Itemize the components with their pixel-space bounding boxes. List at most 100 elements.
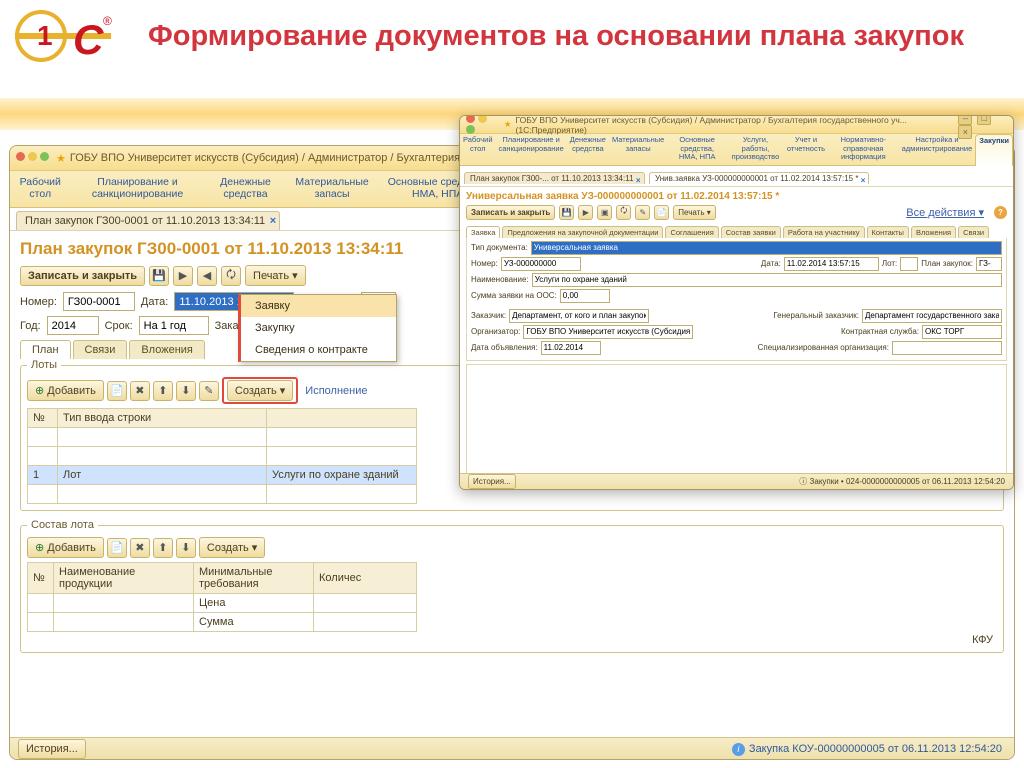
col-n[interactable]: № xyxy=(28,563,54,594)
section-tab[interactable]: Денежные средства xyxy=(567,134,609,165)
icon[interactable]: ✎ xyxy=(635,205,650,220)
subtab-plan[interactable]: План xyxy=(20,340,71,359)
col-name[interactable]: Наименование продукции xyxy=(54,563,194,594)
section-tab[interactable]: Материальные запасы xyxy=(287,171,378,207)
col-empty[interactable] xyxy=(267,409,417,428)
create-context-menu[interactable]: Заявку Закупку Сведения о контракте xyxy=(238,294,397,362)
section-tab[interactable]: Нормативно-справочная информация xyxy=(828,134,899,165)
save-icon[interactable]: 💾 xyxy=(149,266,169,286)
subtab[interactable]: Контакты xyxy=(867,226,909,238)
subtab-links[interactable]: Связи xyxy=(73,340,128,359)
input-balance[interactable] xyxy=(560,289,610,303)
subtab-attach[interactable]: Вложения xyxy=(129,340,205,359)
input-spec[interactable] xyxy=(892,341,1002,355)
add-lot-button[interactable]: ⊕ Добавить xyxy=(27,380,104,401)
input-date2[interactable] xyxy=(541,341,601,355)
table-row[interactable]: Сумма xyxy=(28,613,417,632)
section-tab[interactable]: Материальные запасы xyxy=(609,134,667,165)
input-name[interactable] xyxy=(532,273,1002,287)
execution-link[interactable]: Исполнение xyxy=(305,385,367,397)
section-tab[interactable]: Планирование и санкционирование xyxy=(496,134,567,165)
create-dropdown[interactable]: Создать ▾ xyxy=(227,380,293,401)
input-contract[interactable] xyxy=(922,325,1002,339)
edit-icon[interactable]: ✎ xyxy=(199,381,219,401)
save-close-button[interactable]: Записать и закрыть xyxy=(20,266,145,286)
col-min[interactable]: Минимальные требования xyxy=(194,563,314,594)
down-icon[interactable]: ⬇ xyxy=(176,538,196,558)
secondary-window[interactable]: ★ ГОБУ ВПО Университет искусств (Субсиди… xyxy=(459,115,1014,490)
menu-item-contract[interactable]: Сведения о контракте xyxy=(241,339,396,361)
post-icon[interactable]: ▶ xyxy=(173,266,193,286)
input-org[interactable] xyxy=(523,325,693,339)
copy-icon[interactable]: 📄 xyxy=(107,381,127,401)
print-button[interactable]: Печать ▾ xyxy=(245,265,306,286)
input-number[interactable] xyxy=(63,292,135,311)
delete-icon[interactable]: ✖ xyxy=(130,381,150,401)
input-year[interactable] xyxy=(47,316,99,335)
input-doctype[interactable] xyxy=(531,241,1002,255)
add-item-button[interactable]: ⊕ Добавить xyxy=(27,537,104,558)
save-icon[interactable]: 💾 xyxy=(559,205,574,220)
icon[interactable]: ▣ xyxy=(597,205,612,220)
refresh-icon[interactable]: 🗘 xyxy=(221,266,241,286)
compose-table[interactable]: № Наименование продукции Минимальные тре… xyxy=(27,562,417,632)
icon[interactable]: 🗘 xyxy=(616,205,631,220)
document-tab-active[interactable]: Унив.заявка УЗ-000000000001 от 11.02.201… xyxy=(649,172,869,184)
unpost-icon[interactable]: ◀ xyxy=(197,266,217,286)
table-row[interactable]: Цена xyxy=(28,594,417,613)
section-tab[interactable]: Учет и отчетность xyxy=(784,134,828,165)
subtab[interactable]: Связи xyxy=(958,226,989,238)
up-icon[interactable]: ⬆ xyxy=(153,538,173,558)
print-button[interactable]: Печать ▾ xyxy=(673,205,715,220)
col-qty[interactable]: Количес xyxy=(314,563,417,594)
section-tab[interactable]: Рабочий стол xyxy=(460,134,496,165)
up-icon[interactable]: ⬆ xyxy=(153,381,173,401)
menu-item-purchase[interactable]: Закупку xyxy=(241,317,396,339)
table-row-empty[interactable] xyxy=(28,447,417,466)
all-actions-link[interactable]: Все действия ▾ xyxy=(906,206,984,219)
subtab[interactable]: Работа на участнику xyxy=(783,226,865,238)
traffic-lights[interactable] xyxy=(16,152,52,164)
input-lot[interactable] xyxy=(900,257,918,271)
input-date[interactable] xyxy=(784,257,879,271)
sub-subtabs[interactable]: Заявка Предложения на закупочной докумен… xyxy=(466,226,1007,238)
post-icon[interactable]: ▶ xyxy=(578,205,593,220)
favorite-icon[interactable]: ★ xyxy=(56,152,66,165)
create-item-dropdown[interactable]: Создать ▾ xyxy=(199,537,265,558)
close-tab-icon[interactable]: × xyxy=(861,176,866,185)
section-tab[interactable]: Денежные средства xyxy=(205,171,287,207)
favorite-icon[interactable]: ★ xyxy=(504,119,512,130)
document-tab[interactable]: План закупок ГЗ00-... от 11.10.2013 13:3… xyxy=(464,172,645,184)
close-tab-icon[interactable]: × xyxy=(270,215,276,227)
help-round-icon[interactable]: ? xyxy=(994,206,1007,219)
table-row-empty[interactable] xyxy=(28,428,417,447)
menu-item-request[interactable]: Заявку xyxy=(241,295,396,317)
sub-section-tabs[interactable]: Рабочий стол Планирование и санкциониров… xyxy=(460,134,1013,166)
input-term[interactable] xyxy=(139,316,209,335)
input-plan[interactable] xyxy=(976,257,1002,271)
col-n[interactable]: № xyxy=(28,409,58,428)
section-tab[interactable]: Рабочий стол xyxy=(10,171,71,207)
section-tab[interactable]: Настройка и администрирование xyxy=(899,134,976,165)
subtab[interactable]: Соглашения xyxy=(665,226,718,238)
table-row-empty[interactable] xyxy=(28,485,417,504)
subtab[interactable]: Заявка xyxy=(466,226,500,238)
history-button[interactable]: История... xyxy=(18,739,86,759)
copy-icon[interactable]: 📄 xyxy=(107,538,127,558)
table-row-selected[interactable]: 1 Лот Услуги по охране зданий xyxy=(28,466,417,485)
input-general[interactable] xyxy=(862,309,1002,323)
section-tab[interactable]: Планирование и санкционирование xyxy=(71,171,205,207)
close-tab-icon[interactable]: × xyxy=(636,176,641,185)
section-tab[interactable]: Основные средства, НМА, НПА xyxy=(667,134,727,165)
sub-titlebar[interactable]: ★ ГОБУ ВПО Университет искусств (Субсиди… xyxy=(460,116,1013,134)
icon[interactable]: 📄 xyxy=(654,205,669,220)
section-tab-active[interactable]: Закупки xyxy=(975,134,1013,166)
save-close-button[interactable]: Записать и закрыть xyxy=(466,205,555,220)
input-customer[interactable] xyxy=(509,309,649,323)
delete-icon[interactable]: ✖ xyxy=(130,538,150,558)
section-tab[interactable]: Услуги, работы, производство xyxy=(727,134,784,165)
lots-table[interactable]: № Тип ввода строки 1 Лот Услуги по охран… xyxy=(27,408,417,504)
down-icon[interactable]: ⬇ xyxy=(176,381,196,401)
col-type[interactable]: Тип ввода строки xyxy=(58,409,267,428)
subtab[interactable]: Вложения xyxy=(911,226,956,238)
